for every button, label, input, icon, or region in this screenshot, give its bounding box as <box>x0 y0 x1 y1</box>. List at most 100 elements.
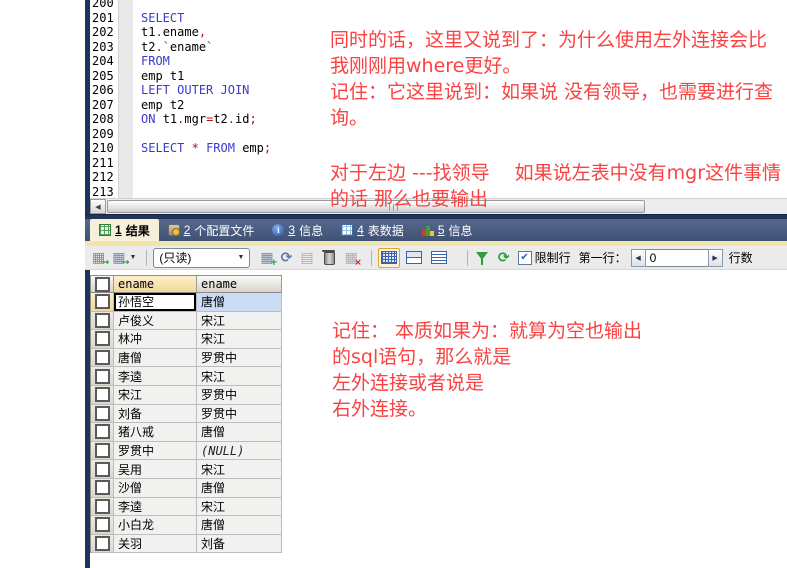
save-icon[interactable]: ▤ <box>300 249 313 266</box>
grid-cell[interactable]: 小白龙 <box>114 516 197 535</box>
refresh-icon[interactable]: ⟳ <box>498 249 510 266</box>
column-header-ename-1[interactable]: ename <box>114 276 197 293</box>
grid-cell[interactable]: 宋江 <box>197 497 282 517</box>
grid-cell[interactable]: 宋江 <box>197 367 282 386</box>
grid-cell[interactable]: 唐僧 <box>197 516 282 535</box>
grid-cell[interactable]: 罗贯中 <box>197 385 282 405</box>
grid-cell[interactable]: 唐僧 <box>197 478 282 498</box>
grid-cell[interactable]: 刘备 <box>197 534 282 554</box>
table-row[interactable]: 唐僧 罗贯中 <box>91 348 282 368</box>
grid-cell[interactable]: 罗贯中 <box>114 441 197 461</box>
code-text: LEFT OUTER JOIN <box>141 83 250 97</box>
import-grid-icon[interactable]: ▦ → <box>92 251 109 268</box>
grid-cell[interactable]: 宋江 <box>197 460 282 479</box>
grid-cell[interactable]: 猪八戒 <box>114 423 197 442</box>
readonly-select[interactable]: (只读) ▼ <box>153 247 251 268</box>
row-checkbox[interactable] <box>91 330 114 349</box>
cancel-changes-icon[interactable]: ▦ × <box>345 251 362 268</box>
code-text: emp t1 <box>141 68 185 83</box>
grid-cell[interactable]: 李逵 <box>114 367 197 386</box>
grid-cell[interactable]: 唐僧 <box>197 293 282 312</box>
grid-cell[interactable]: 唐僧 <box>197 423 282 442</box>
table-row[interactable]: 吴用 宋江 <box>91 460 282 479</box>
table-row[interactable]: 林冲 宋江 <box>91 330 282 349</box>
filter-icon[interactable] <box>475 251 488 265</box>
grid-cell[interactable]: 吴用 <box>114 460 197 479</box>
grid-cell[interactable]: 宋江 <box>197 330 282 349</box>
row-checkbox[interactable] <box>91 404 114 424</box>
first-row-decrement-button[interactable]: ◀ <box>630 248 646 267</box>
code-line[interactable]: 201 SELECT <box>90 10 787 25</box>
row-checkbox[interactable] <box>91 460 114 479</box>
row-checkbox[interactable] <box>91 311 114 331</box>
table-row[interactable]: 李逵 宋江 <box>91 497 282 517</box>
row-checkbox[interactable] <box>91 293 114 312</box>
toolbar-separator <box>146 249 148 266</box>
form-view-button[interactable] <box>403 248 425 268</box>
export-grid-icon[interactable]: ▦ → <box>112 251 129 268</box>
scroll-left-button[interactable]: ◀ <box>90 199 106 214</box>
grid-cell[interactable]: (NULL) <box>197 441 282 461</box>
code-line[interactable]: 210 SELECT * FROM emp; <box>90 141 787 156</box>
text-view-button[interactable] <box>428 248 450 268</box>
table-data-icon <box>341 224 354 236</box>
table-row[interactable]: 猪八戒 唐僧 <box>91 423 282 442</box>
tab-status[interactable]: 5 信息 <box>413 219 482 241</box>
table-row[interactable]: 李逵 宋江 <box>91 367 282 386</box>
code-text: emp t2 <box>141 97 185 112</box>
table-row[interactable]: 孙悟空 唐僧 <box>91 293 282 312</box>
row-checkbox[interactable] <box>91 385 114 405</box>
first-row-input[interactable] <box>645 248 708 267</box>
table-row[interactable]: 关羽 刘备 <box>91 534 282 554</box>
row-checkbox[interactable] <box>91 441 114 461</box>
line-number: 208 <box>90 112 118 127</box>
grid-view-button[interactable] <box>377 247 400 268</box>
table-row[interactable]: 宋江 罗贯中 <box>91 385 282 405</box>
select-all-checkbox[interactable] <box>91 276 114 293</box>
table-row[interactable]: 罗贯中 (NULL) <box>91 441 282 461</box>
fold-margin <box>118 97 133 112</box>
grid-cell[interactable]: 关羽 <box>114 534 197 554</box>
export-dropdown-icon[interactable]: ▼ <box>129 254 136 261</box>
row-checkbox[interactable] <box>91 478 114 498</box>
add-record-icon[interactable]: ▦ + <box>260 251 277 268</box>
tab-messages[interactable]: i 3 信息 <box>263 219 332 241</box>
tab-accelerator: 1 <box>115 223 122 237</box>
row-checkbox[interactable] <box>91 367 114 386</box>
grid-cell[interactable]: 罗贯中 <box>197 404 282 424</box>
grid-cell[interactable]: 孙悟空 <box>114 293 197 312</box>
grid-header-row: ename ename <box>91 276 282 293</box>
apply-changes-icon[interactable]: ⟳ <box>281 249 293 266</box>
row-checkbox[interactable] <box>91 534 114 554</box>
tab-results[interactable]: 1 结果 <box>90 219 159 241</box>
grid-cell[interactable]: 刘备 <box>114 404 197 424</box>
grid-cell[interactable]: 沙僧 <box>114 478 197 498</box>
grid-cell[interactable]: 唐僧 <box>114 348 197 368</box>
table-row[interactable]: 沙僧 唐僧 <box>91 478 282 498</box>
limit-rows-checkbox[interactable]: ✔ <box>517 250 532 265</box>
table-row[interactable]: 刘备 罗贯中 <box>91 404 282 424</box>
row-checkbox[interactable] <box>91 423 114 442</box>
checkbox-icon <box>94 276 110 292</box>
line-number: 212 <box>90 170 118 185</box>
grid-cell[interactable]: 林冲 <box>114 330 197 349</box>
row-checkbox[interactable] <box>91 497 114 517</box>
tab-table-data[interactable]: 4 表数据 <box>332 219 413 241</box>
row-checkbox[interactable] <box>91 516 114 535</box>
grid-cell[interactable]: 宋江 <box>197 311 282 331</box>
table-row[interactable]: 小白龙 唐僧 <box>91 516 282 535</box>
first-row-increment-button[interactable]: ▶ <box>707 248 723 267</box>
column-header-ename-2[interactable]: ename <box>197 276 282 293</box>
grid-cell[interactable]: 卢俊义 <box>114 311 197 331</box>
fold-margin <box>118 126 133 141</box>
table-row[interactable]: 卢俊义 宋江 <box>91 311 282 331</box>
tab-profiles[interactable]: 2 个配置文件 <box>159 219 264 241</box>
code-line[interactable]: 200 <box>90 0 787 11</box>
row-checkbox[interactable] <box>91 348 114 368</box>
delete-record-icon[interactable] <box>321 250 335 265</box>
grid-cell[interactable]: 宋江 <box>114 385 197 405</box>
grid-cell[interactable]: 李逵 <box>114 497 197 517</box>
grid-cell[interactable]: 罗贯中 <box>197 348 282 368</box>
